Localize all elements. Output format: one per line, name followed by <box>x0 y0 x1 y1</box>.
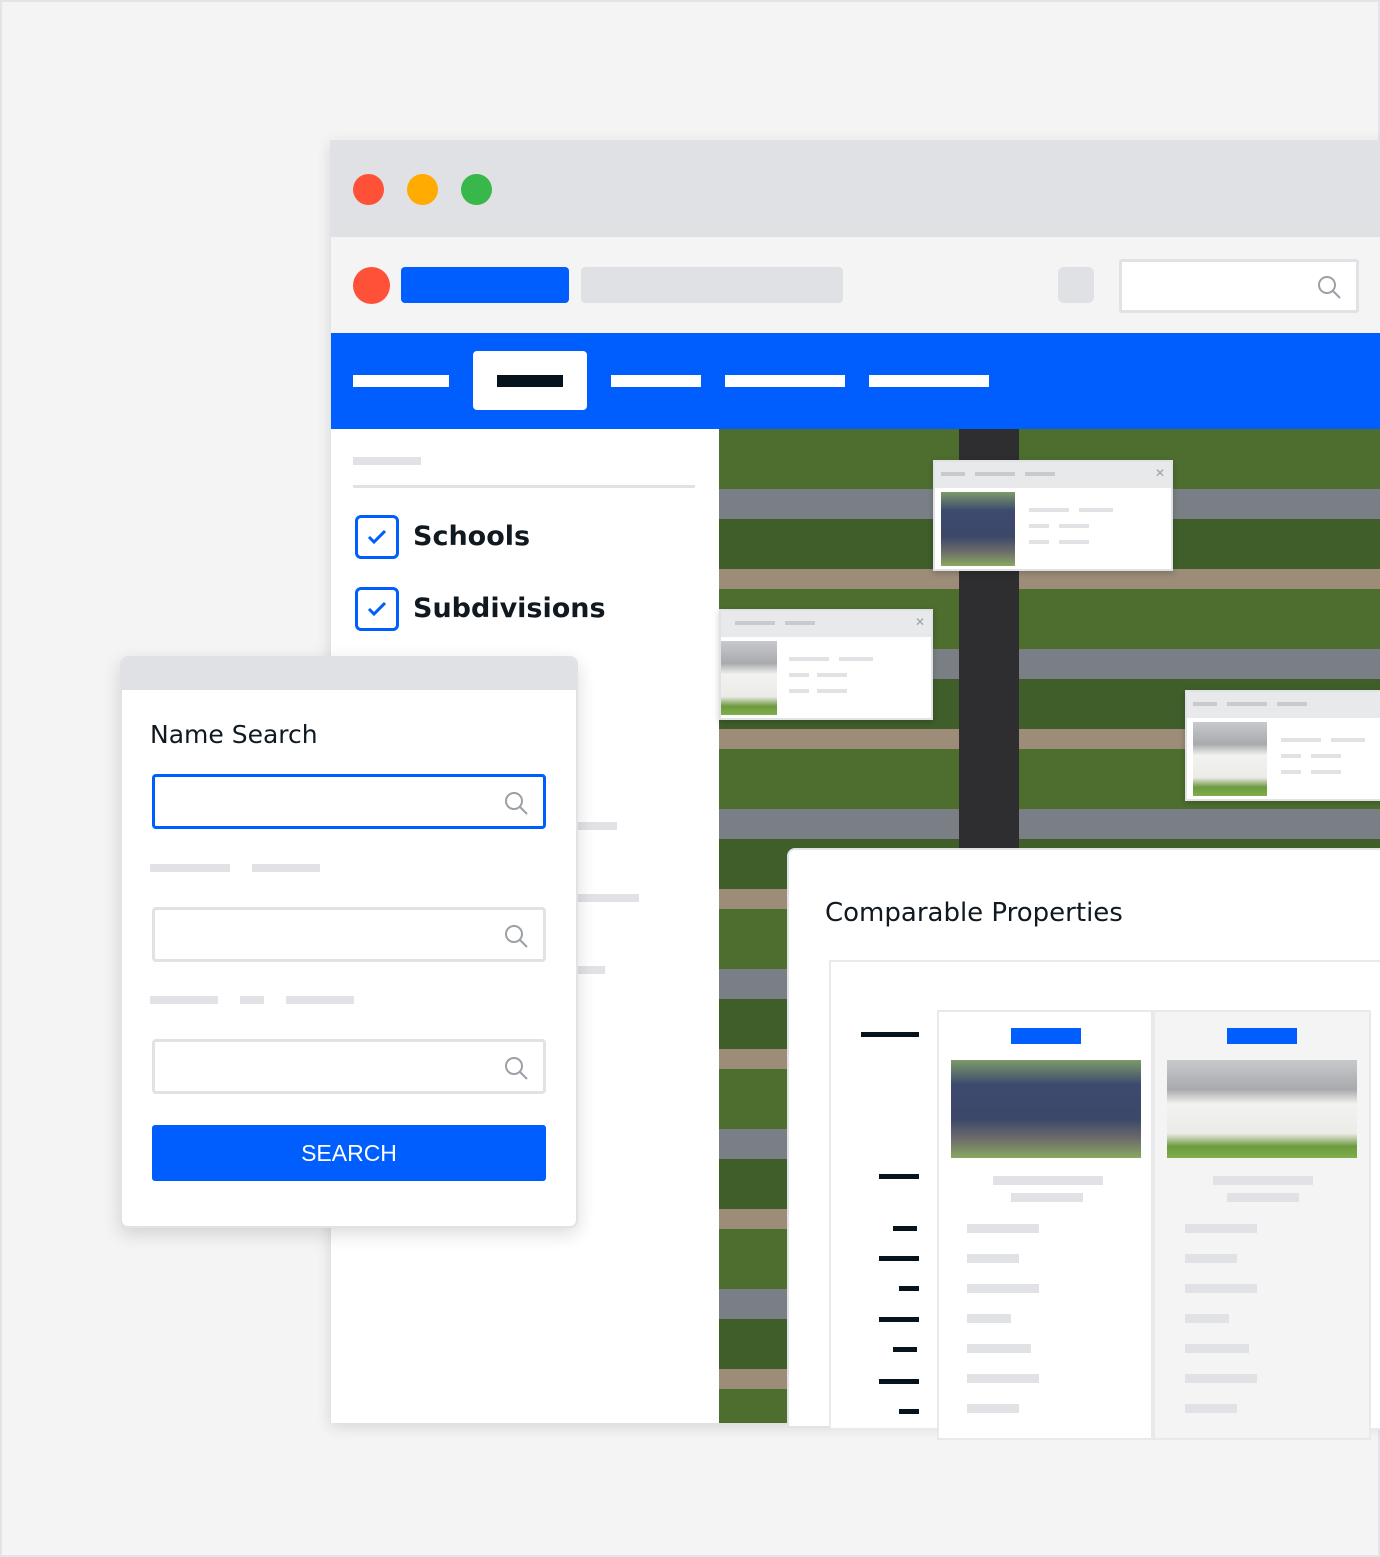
name-search-panel: Name Search SEARCH <box>120 656 578 1228</box>
schools-label: Schools <box>413 521 531 552</box>
comparable-properties-panel: Comparable Properties <box>787 848 1380 1440</box>
maximize-window-button[interactable] <box>461 174 492 205</box>
header-icon-button[interactable] <box>1058 267 1094 303</box>
property-badge <box>1227 1028 1297 1044</box>
map-property-popup[interactable]: ✕ <box>719 609 933 720</box>
close-icon[interactable]: ✕ <box>915 615 925 629</box>
search-icon <box>505 1057 528 1080</box>
header-placeholder <box>581 267 843 303</box>
property-photo <box>1167 1060 1357 1158</box>
schools-checkbox[interactable] <box>355 515 399 559</box>
subdivisions-label: Subdivisions <box>413 593 606 624</box>
name-search-title: Name Search <box>150 720 318 749</box>
check-icon <box>367 529 387 545</box>
search-icon <box>505 925 528 948</box>
nav-item-active[interactable] <box>473 351 587 410</box>
app-header <box>331 237 1380 333</box>
nav-bar <box>331 333 1380 429</box>
search-button[interactable]: SEARCH <box>152 1125 546 1181</box>
header-search-input[interactable] <box>1119 259 1359 313</box>
comparable-column[interactable] <box>1153 1010 1371 1440</box>
nav-item[interactable] <box>611 375 701 387</box>
close-window-button[interactable] <box>353 174 384 205</box>
title-bar <box>331 141 1380 237</box>
subdivisions-checkbox[interactable] <box>355 587 399 631</box>
name-search-input[interactable] <box>152 774 546 829</box>
property-photo <box>951 1060 1141 1158</box>
comparison-table <box>829 960 1380 1440</box>
property-thumbnail <box>721 641 777 715</box>
property-thumbnail <box>1193 722 1267 796</box>
map-property-popup[interactable] <box>1185 690 1380 801</box>
nav-item[interactable] <box>725 375 845 387</box>
nav-item[interactable] <box>869 375 989 387</box>
property-badge <box>1011 1028 1081 1044</box>
comparable-title: Comparable Properties <box>825 898 1123 928</box>
search-input-2[interactable] <box>152 907 546 962</box>
search-icon <box>505 792 528 815</box>
comparable-column[interactable] <box>937 1010 1153 1440</box>
minimize-window-button[interactable] <box>407 174 438 205</box>
search-icon <box>1318 276 1341 299</box>
property-thumbnail <box>941 492 1015 566</box>
close-icon[interactable]: ✕ <box>1155 466 1165 480</box>
search-input-3[interactable] <box>152 1039 546 1094</box>
header-primary-button[interactable] <box>401 267 569 303</box>
check-icon <box>367 601 387 617</box>
nav-item[interactable] <box>353 375 449 387</box>
map-property-popup[interactable]: ✕ <box>933 460 1173 571</box>
logo <box>353 267 390 304</box>
